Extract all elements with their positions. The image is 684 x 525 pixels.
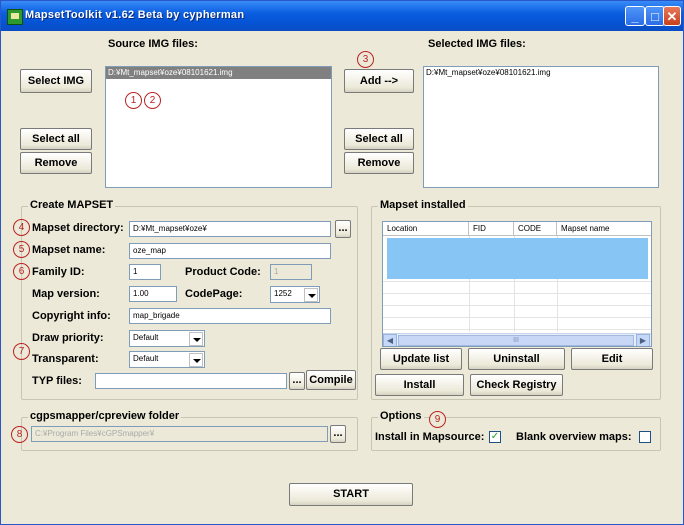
title-bar[interactable]: MapsetToolkit v1.62 Beta by cypherman _ …	[1, 1, 683, 31]
minimize-button[interactable]: _	[625, 6, 645, 26]
add-button[interactable]: Add -->	[344, 69, 414, 93]
uninstall-button[interactable]: Uninstall	[468, 348, 565, 370]
options-title: Options	[378, 410, 424, 422]
scroll-thumb[interactable]: III	[398, 335, 634, 346]
annotation-3: 3	[357, 51, 374, 68]
cgps-folder-input: C:¥Program Files¥cGPSmapper¥	[31, 426, 328, 442]
annotation-8: 8	[11, 426, 28, 443]
draw-priority-value: Default	[133, 333, 159, 342]
install-in-mapsource-checkbox[interactable]: ✓	[489, 431, 501, 443]
transparent-label: Transparent:	[32, 353, 99, 365]
chevron-down-icon[interactable]	[189, 353, 203, 367]
mapset-directory-input[interactable]: D:¥Mt_mapset¥oze¥	[129, 221, 331, 237]
column-header-mapset-name[interactable]: Mapset name	[557, 222, 651, 236]
middle-select-all-button[interactable]: Select all	[344, 128, 414, 150]
draw-priority-label: Draw priority:	[32, 332, 104, 344]
codepage-select[interactable]: 1252	[270, 286, 320, 303]
mapset-directory-label: Mapset directory:	[32, 222, 124, 234]
horizontal-scrollbar[interactable]: ◀ III ▶	[383, 333, 651, 346]
copyright-label: Copyright info:	[32, 310, 111, 322]
annotation-2: 2	[144, 92, 161, 109]
mapset-name-label: Mapset name:	[32, 244, 106, 256]
annotation-6: 6	[13, 263, 30, 280]
source-remove-button[interactable]: Remove	[20, 152, 92, 174]
create-mapset-title: Create MAPSET	[28, 199, 116, 211]
app-icon	[7, 9, 23, 25]
column-header-location[interactable]: Location	[383, 222, 469, 236]
install-button[interactable]: Install	[375, 374, 464, 396]
close-button[interactable]: ✕	[663, 6, 681, 26]
typ-files-label: TYP files:	[32, 375, 82, 387]
family-id-label: Family ID:	[32, 266, 85, 278]
column-header-code[interactable]: CODE	[514, 222, 557, 236]
chevron-down-icon[interactable]	[189, 332, 203, 346]
maximize-button[interactable]: □	[645, 6, 665, 26]
source-img-list[interactable]: D:¥Mt_mapset¥oze¥08101621.img	[105, 66, 332, 188]
selected-img-list[interactable]: D:¥Mt_mapset¥oze¥08101621.img	[423, 66, 659, 188]
annotation-9: 9	[429, 411, 446, 428]
product-code-label: Product Code:	[185, 266, 261, 278]
annotation-7: 7	[13, 343, 30, 360]
window-title: MapsetToolkit v1.62 Beta by cypherman	[25, 9, 245, 21]
update-list-button[interactable]: Update list	[380, 348, 462, 370]
list-item[interactable]: D:¥Mt_mapset¥oze¥08101621.img	[424, 67, 658, 79]
cgps-browse-button[interactable]: ...	[330, 425, 346, 443]
cgps-folder-title: cgpsmapper/cpreview folder	[28, 410, 182, 422]
blank-overview-checkbox[interactable]	[639, 431, 651, 443]
codepage-value: 1252	[274, 289, 292, 298]
codepage-label: CodePage:	[185, 288, 243, 300]
select-img-button[interactable]: Select IMG	[20, 69, 92, 93]
mapset-name-input[interactable]: oze_map	[129, 243, 331, 259]
mapset-directory-browse-button[interactable]: ...	[335, 220, 351, 238]
copyright-input[interactable]: map_brigade	[129, 308, 331, 324]
source-img-label: Source IMG files:	[108, 38, 198, 50]
selected-img-label: Selected IMG files:	[428, 38, 526, 50]
source-select-all-button[interactable]: Select all	[20, 128, 92, 150]
edit-button[interactable]: Edit	[571, 348, 653, 370]
middle-remove-button[interactable]: Remove	[344, 152, 414, 174]
annotation-4: 4	[13, 219, 30, 236]
annotation-5: 5	[13, 241, 30, 258]
annotation-1: 1	[125, 92, 142, 109]
check-registry-button[interactable]: Check Registry	[470, 374, 563, 396]
family-id-input[interactable]: 1	[129, 264, 161, 280]
list-item[interactable]: D:¥Mt_mapset¥oze¥08101621.img	[106, 67, 331, 79]
transparent-value: Default	[133, 354, 159, 363]
typ-files-input[interactable]	[95, 373, 287, 389]
scroll-left-icon[interactable]: ◀	[383, 334, 397, 346]
column-header-fid[interactable]: FID	[469, 222, 514, 236]
main-window: MapsetToolkit v1.62 Beta by cypherman _ …	[0, 0, 684, 525]
blank-overview-label: Blank overview maps:	[516, 431, 632, 443]
map-version-label: Map version:	[32, 288, 100, 300]
transparent-select[interactable]: Default	[129, 351, 205, 368]
compile-button[interactable]: Compile	[306, 370, 356, 390]
mapset-installed-title: Mapset installed	[378, 199, 468, 211]
product-code-input: 1	[270, 264, 312, 280]
start-button[interactable]: START	[289, 483, 413, 506]
draw-priority-select[interactable]: Default	[129, 330, 205, 347]
map-version-input[interactable]: 1.00	[129, 286, 177, 302]
install-in-mapsource-label: Install in Mapsource:	[375, 431, 485, 443]
typ-browse-button[interactable]: ...	[289, 372, 305, 390]
chevron-down-icon[interactable]	[304, 288, 318, 302]
scroll-right-icon[interactable]: ▶	[636, 334, 650, 346]
redacted-region	[387, 238, 648, 279]
